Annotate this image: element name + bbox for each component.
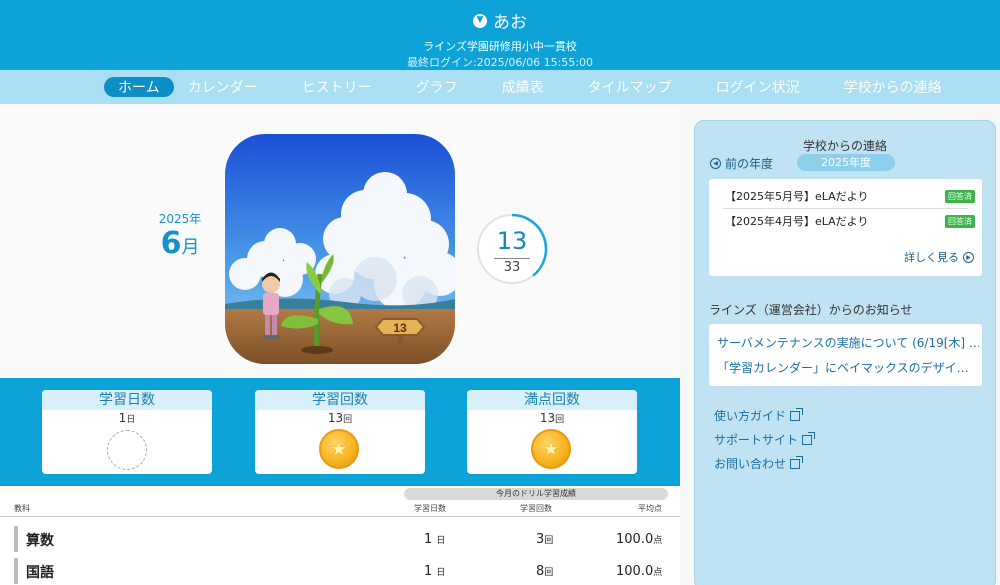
school-notice-list: 【2025年5月号】eLAだより 回答済 【2025年4月号】eLAだより 回答…: [709, 179, 982, 276]
answered-badge: 回答済: [945, 189, 975, 203]
growth-scene-image: 13: [225, 134, 455, 364]
header-count: 学習回数: [520, 504, 552, 513]
month-value: 6: [160, 226, 182, 261]
school-name: ラインズ学園研修用小中一貫校: [423, 40, 577, 53]
days-value: 1: [424, 564, 433, 579]
hero-section: 2025年 6月 13 13 33: [0, 106, 680, 378]
stat-card-study-count: 学習回数 13回 ★: [255, 390, 425, 474]
stat-title: 学習日数: [42, 390, 212, 410]
stat-value: 13: [539, 411, 556, 425]
average-value: 100.0: [616, 564, 654, 579]
tab-report[interactable]: 成績表: [488, 77, 558, 97]
prev-year-label: 前の年度: [725, 157, 774, 171]
tab-school-notices[interactable]: 学校からの連絡: [830, 77, 956, 97]
subject-name: 国語: [26, 565, 54, 581]
average-value: 100.0: [616, 532, 654, 547]
external-link-icon: [802, 431, 816, 445]
stat-unit: 回: [343, 415, 353, 425]
gold-medal-icon: ★: [531, 429, 571, 469]
notice-title: 【2025年5月号】eLAだより: [725, 190, 869, 203]
guide-label: 使い方ガイド: [714, 409, 787, 423]
external-link-icon: [790, 455, 804, 469]
see-more-label: 詳しく見る: [904, 251, 959, 264]
guide-link[interactable]: 使い方ガイド: [714, 407, 804, 424]
tab-home[interactable]: ホーム: [104, 77, 174, 97]
contact-link[interactable]: お問い合わせ: [714, 455, 804, 472]
notice-item[interactable]: 【2025年5月号】eLAだより 回答済: [725, 185, 975, 207]
user-name-row[interactable]: ▼ あお: [0, 8, 1000, 33]
notice-sidebar: 学校からの連絡 ◀ 前の年度 2025年度 【2025年5月号】eLAだより 回…: [694, 120, 996, 585]
support-site-link[interactable]: サポートサイト: [714, 431, 816, 448]
support-site-label: サポートサイト: [714, 433, 799, 447]
year-suffix: 年: [189, 212, 202, 226]
tab-history[interactable]: ヒストリー: [288, 77, 386, 97]
current-year-pill: 2025年度: [797, 154, 895, 171]
operator-notice-title: ラインズ（運営会社）からのお知らせ: [709, 303, 913, 317]
tab-calendar[interactable]: カレンダー: [174, 77, 272, 97]
plant-scene-illustration: 13: [225, 134, 455, 364]
table-row[interactable]: 国語 1 日 8回 100.0点: [0, 558, 680, 585]
tab-tilemap[interactable]: タイルマップ: [574, 77, 686, 97]
stat-unit: 日: [126, 415, 136, 425]
stat-title: 満点回数: [467, 390, 637, 410]
last-login: 最終ログイン:2025/06/06 15:55:00: [406, 56, 593, 69]
header-subject: 教科: [14, 504, 30, 513]
operator-notice-item[interactable]: サーバメンテナンスの実施について (6/19[木] …: [717, 334, 979, 351]
gold-medal-icon: ★: [319, 429, 359, 469]
stat-title: 学習回数: [255, 390, 425, 410]
main-nav: ホーム カレンダー ヒストリー グラフ 成績表 タイルマップ ログイン状況 学校…: [0, 70, 1000, 104]
notice-title: 【2025年4月号】eLAだより: [725, 215, 869, 228]
answered-badge: 回答済: [945, 214, 975, 228]
tab-login-status[interactable]: ログイン状況: [702, 77, 814, 97]
table-row[interactable]: 算数 1 日 3回 100.0点: [0, 526, 680, 556]
header-average: 平均点: [638, 504, 662, 513]
external-link-icon: [790, 407, 804, 421]
stat-card-perfect-count: 満点回数 13回 ★: [467, 390, 637, 474]
see-more-link[interactable]: 詳しく見る ▶: [904, 249, 974, 265]
header-days: 学習日数: [414, 504, 446, 513]
stats-band: 学習日数 1日 学習回数 13回 ★ 満点回数 13回 ★: [0, 378, 680, 486]
counter-total: 33: [503, 260, 521, 275]
days-value: 1: [424, 532, 433, 547]
contact-label: お問い合わせ: [714, 457, 787, 471]
month-display: 2025年 6月: [140, 210, 220, 260]
subject-name: 算数: [26, 533, 54, 549]
table-caption: 今月のドリル学習成績: [404, 488, 668, 500]
operator-notice-list: サーバメンテナンスの実施について (6/19[木] … 「学習カレンダー」にベイ…: [709, 324, 982, 386]
tab-graph[interactable]: グラフ: [402, 77, 472, 97]
stat-card-study-days: 学習日数 1日: [42, 390, 212, 474]
year-value: 2025: [158, 212, 190, 226]
heart-icon: ▼: [473, 13, 487, 28]
user-name: あお: [493, 13, 527, 33]
stat-value: 13: [327, 411, 344, 425]
chevron-right-icon: ▶: [963, 251, 974, 263]
progress-counter: 13 33: [474, 211, 550, 287]
stat-unit: 回: [555, 415, 565, 425]
counter-current: 13: [496, 227, 528, 255]
sidebar-title: 学校からの連絡: [802, 139, 887, 153]
drill-results-table: 今月のドリル学習成績 教科 学習日数 学習回数 平均点 算数 1 日 3回 10…: [0, 486, 680, 585]
sign-number: 13: [393, 321, 407, 335]
chevron-left-icon: ◀: [710, 158, 721, 169]
operator-notice-item[interactable]: 「学習カレンダー」にベイマックスのデザイ…: [717, 359, 979, 376]
app-header: ▼ あお ラインズ学園研修用小中一貫校 最終ログイン:2025/06/06 15…: [0, 0, 1000, 70]
empty-circle-icon: [107, 430, 147, 470]
notice-item[interactable]: 【2025年4月号】eLAだより 回答済: [725, 210, 975, 232]
prev-year-button[interactable]: ◀ 前の年度: [710, 155, 773, 172]
month-suffix: 月: [181, 237, 200, 258]
